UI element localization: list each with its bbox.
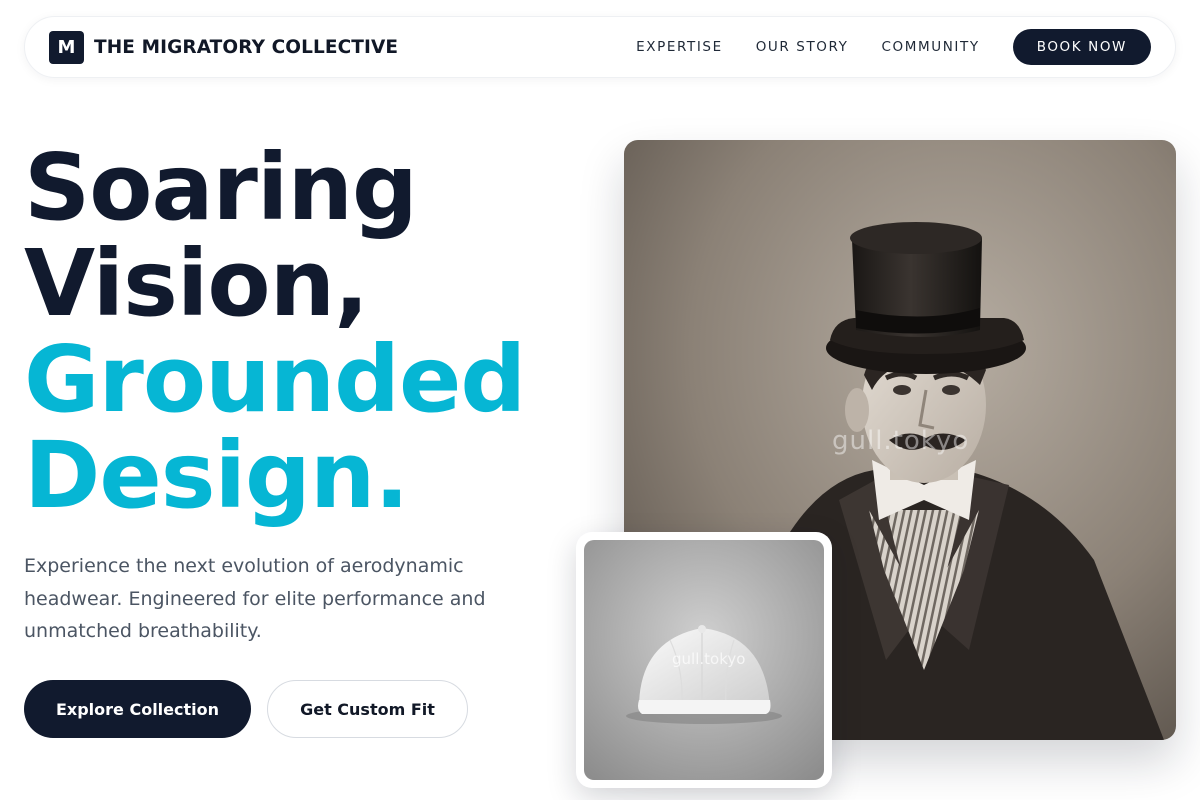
portrait-watermark: gull.tokyo	[832, 426, 970, 456]
brand-logo-icon: M	[49, 30, 84, 64]
main-nav: EXPERTISE OUR STORY COMMUNITY BOOK NOW	[636, 29, 1151, 65]
brand-name: THE MIGRATORY COLLECTIVE	[94, 36, 399, 58]
top-navbar: M THE MIGRATORY COLLECTIVE EXPERTISE OUR…	[24, 16, 1176, 78]
cap-watermark: gull.tokyo	[672, 650, 746, 668]
product-cap-card[interactable]: gull.tokyo	[576, 532, 832, 788]
explore-collection-button[interactable]: Explore Collection	[24, 680, 251, 738]
hero-headline: Soaring Vision, Grounded Design.	[24, 134, 526, 529]
get-custom-fit-button[interactable]: Get Custom Fit	[267, 680, 468, 738]
landing-page: M THE MIGRATORY COLLECTIVE EXPERTISE OUR…	[0, 0, 1200, 800]
brand[interactable]: M THE MIGRATORY COLLECTIVE	[49, 30, 399, 64]
nav-link-community[interactable]: COMMUNITY	[882, 39, 980, 55]
nav-link-our-story[interactable]: OUR STORY	[756, 39, 849, 55]
hero-description: Experience the next evolution of aerodyn…	[24, 555, 486, 642]
nav-link-expertise[interactable]: EXPERTISE	[636, 39, 723, 55]
headline-line-1: Soaring	[24, 134, 418, 241]
headline-line-3: Grounded	[24, 326, 526, 433]
headline-line-2: Vision,	[24, 230, 369, 337]
product-cap-image: gull.tokyo	[584, 540, 824, 780]
headline-line-4: Design.	[24, 422, 409, 529]
book-now-button[interactable]: BOOK NOW	[1012, 29, 1151, 65]
